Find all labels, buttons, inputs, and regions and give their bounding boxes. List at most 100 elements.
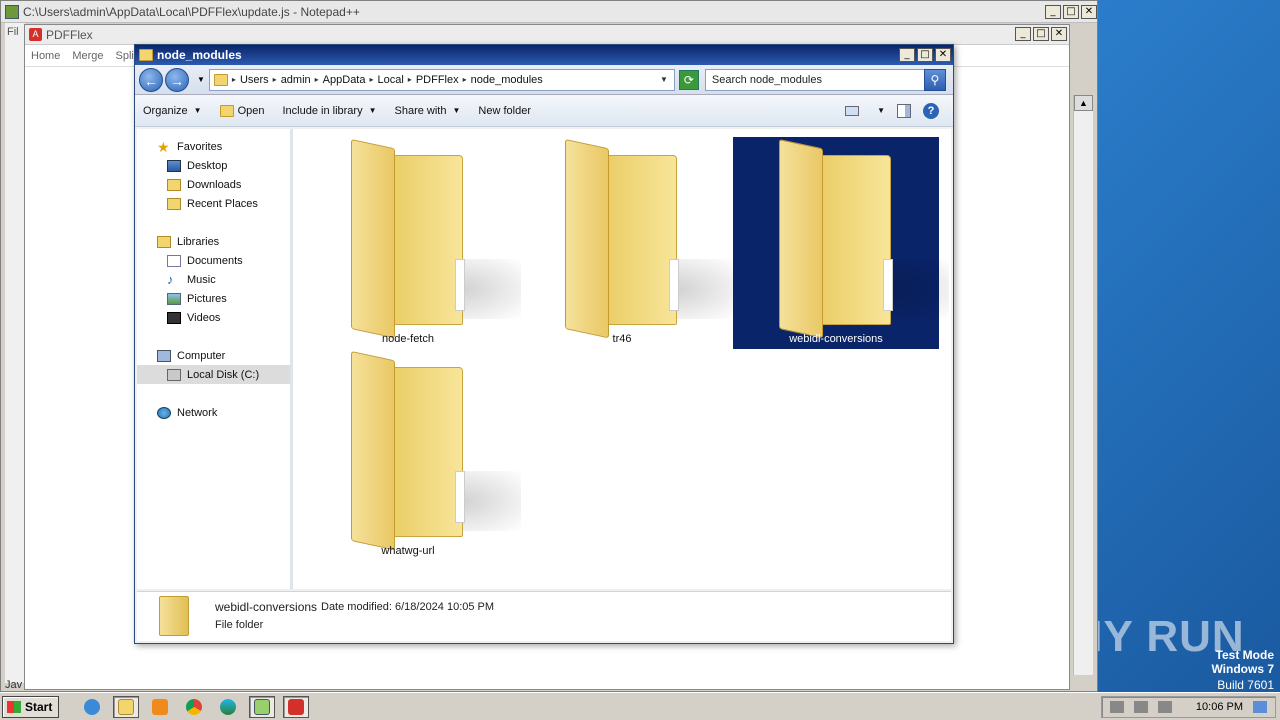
nav-libraries[interactable]: Libraries xyxy=(137,232,290,251)
notepadpp-taskbar-icon[interactable] xyxy=(249,695,276,718)
chrome-icon[interactable] xyxy=(181,696,207,718)
explorer-body: ★ Favorites Desktop Downloads Recent Plac… xyxy=(137,129,951,589)
notepadpp-status-language: Jav xyxy=(5,679,23,691)
nav-videos-label: Videos xyxy=(187,311,221,324)
command-bar: Organize ▼ Open Include in library ▼ Share… xyxy=(135,95,953,127)
scroll-up-icon[interactable]: ▲ xyxy=(1074,95,1093,111)
pdfflex-taskbar-icon[interactable] xyxy=(283,695,310,718)
desktop-icon xyxy=(167,159,181,172)
close-button[interactable]: ✕ xyxy=(1081,5,1097,19)
breadcrumb-local[interactable]: Local xyxy=(378,74,404,86)
volume-icon[interactable] xyxy=(1109,700,1124,713)
chevron-right-icon[interactable]: ▸ xyxy=(463,75,467,84)
show-desktop-icon[interactable] xyxy=(1253,700,1267,713)
nav-network[interactable]: Network xyxy=(137,403,290,422)
nav-downloads[interactable]: Downloads xyxy=(137,175,290,194)
nav-music-label: Music xyxy=(187,273,216,286)
start-button[interactable]: Start xyxy=(2,695,60,718)
nav-recent-places[interactable]: Recent Places xyxy=(137,194,290,213)
share-with-button[interactable]: Share with ▼ xyxy=(395,105,461,117)
minimize-button[interactable]: _ xyxy=(1015,27,1031,41)
internet-explorer-icon[interactable] xyxy=(79,696,105,718)
clock[interactable]: 10:06 PM xyxy=(1196,701,1243,713)
pictures-icon xyxy=(167,292,181,305)
close-button[interactable]: ✕ xyxy=(1051,27,1067,41)
search-icon[interactable]: ⚲ xyxy=(923,68,946,91)
explorer-taskbar-icon[interactable] xyxy=(113,695,140,718)
folder-name: tr46 xyxy=(612,333,632,345)
breadcrumb-users[interactable]: Users xyxy=(240,74,269,86)
folder-icon xyxy=(565,139,735,339)
new-folder-button[interactable]: New folder xyxy=(478,105,531,117)
pdfflex-titlebar: A PDFFlex xyxy=(25,25,1069,45)
folder-item[interactable]: tr46 xyxy=(519,137,735,349)
recent-pages-chevron-icon[interactable]: ▼ xyxy=(197,75,205,84)
close-button[interactable]: ✕ xyxy=(935,48,951,62)
nav-desktop-label: Desktop xyxy=(187,159,228,172)
breadcrumb-node-modules[interactable]: node_modules xyxy=(471,74,543,86)
folder-item[interactable]: whatwg-url xyxy=(305,349,521,561)
menu-home[interactable]: Home xyxy=(31,50,60,62)
quick-launch xyxy=(79,695,310,718)
minimize-button[interactable]: _ xyxy=(899,48,915,62)
media-player-icon[interactable] xyxy=(147,696,173,718)
maximize-button[interactable]: □ xyxy=(1063,5,1079,19)
refresh-icon[interactable]: ⟳ xyxy=(678,69,699,90)
star-icon: ★ xyxy=(157,138,170,155)
network-tray-icon[interactable] xyxy=(1133,700,1148,713)
start-label: Start xyxy=(25,699,53,714)
build-text: Build 7601 xyxy=(1217,678,1274,692)
folder-item-selected[interactable]: webidl-conversions xyxy=(733,137,949,349)
nav-pictures[interactable]: Pictures xyxy=(137,289,290,308)
nav-music[interactable]: ♪ Music xyxy=(137,270,290,289)
breadcrumb[interactable]: ▸ Users ▸ admin ▸ AppData ▸ Local ▸ PDFF… xyxy=(208,68,675,91)
downloads-icon xyxy=(167,178,181,191)
change-view-icon[interactable] xyxy=(845,105,860,116)
chevron-right-icon[interactable]: ▸ xyxy=(369,75,373,84)
menu-merge[interactable]: Merge xyxy=(72,50,103,62)
folder-item[interactable]: node-fetch xyxy=(305,137,521,349)
details-name: webidl-conversions xyxy=(215,600,318,614)
breadcrumb-appdata[interactable]: AppData xyxy=(323,74,366,86)
nav-documents-label: Documents xyxy=(187,254,243,267)
folder-icon xyxy=(779,139,949,339)
open-button[interactable]: Open xyxy=(219,104,264,117)
preview-pane-icon[interactable] xyxy=(897,103,911,118)
chevron-down-icon[interactable]: ▼ xyxy=(660,75,668,84)
nav-localdisk-label: Local Disk (C:) xyxy=(187,368,260,381)
organize-button[interactable]: Organize ▼ xyxy=(143,105,202,117)
maximize-button[interactable]: □ xyxy=(917,48,933,62)
chevron-right-icon[interactable]: ▸ xyxy=(315,75,319,84)
share-label: Share with xyxy=(394,104,447,117)
search-input[interactable]: Search node_modules ⚲ xyxy=(704,68,946,91)
back-arrow-icon[interactable]: ← xyxy=(139,67,163,92)
maximize-button[interactable]: □ xyxy=(1033,27,1049,41)
include-in-library-button[interactable]: Include in library ▼ xyxy=(282,105,376,117)
help-icon[interactable]: ? xyxy=(923,102,939,119)
notepadpp-titlebar: C:\Users\admin\AppData\Local\PDFFlex\upd… xyxy=(1,1,1097,23)
minimize-button[interactable]: _ xyxy=(1045,5,1061,19)
chevron-down-icon[interactable]: ▼ xyxy=(877,106,885,115)
navigation-pane: ★ Favorites Desktop Downloads Recent Plac… xyxy=(137,129,293,589)
edge-icon[interactable] xyxy=(215,696,241,718)
notepadpp-menu-file[interactable]: Fil xyxy=(5,23,25,41)
chevron-right-icon[interactable]: ▸ xyxy=(232,75,236,84)
breadcrumb-admin[interactable]: admin xyxy=(281,74,311,86)
details-pane: webidl-conversions Date modified: 6/18/2… xyxy=(137,591,951,641)
notepadpp-title: C:\Users\admin\AppData\Local\PDFFlex\upd… xyxy=(23,4,360,19)
videos-icon xyxy=(167,311,181,324)
nav-desktop[interactable]: Desktop xyxy=(137,156,290,175)
nav-favorites[interactable]: ★ Favorites xyxy=(137,137,290,156)
file-list: node-fetch tr46 webidl-conversions whatw… xyxy=(293,129,951,589)
breadcrumb-pdfflex[interactable]: PDFFlex xyxy=(416,74,459,86)
chevron-right-icon[interactable]: ▸ xyxy=(408,75,412,84)
notepadpp-scrollbar[interactable]: ▲ xyxy=(1073,95,1093,675)
nav-computer[interactable]: Computer xyxy=(137,346,290,365)
nav-videos[interactable]: Videos xyxy=(137,308,290,327)
forward-arrow-icon[interactable]: → xyxy=(165,67,189,92)
network-icon xyxy=(157,406,171,419)
chevron-right-icon[interactable]: ▸ xyxy=(273,75,277,84)
action-center-flag-icon[interactable] xyxy=(1157,700,1172,713)
nav-documents[interactable]: Documents xyxy=(137,251,290,270)
nav-local-disk[interactable]: Local Disk (C:) xyxy=(137,365,290,384)
